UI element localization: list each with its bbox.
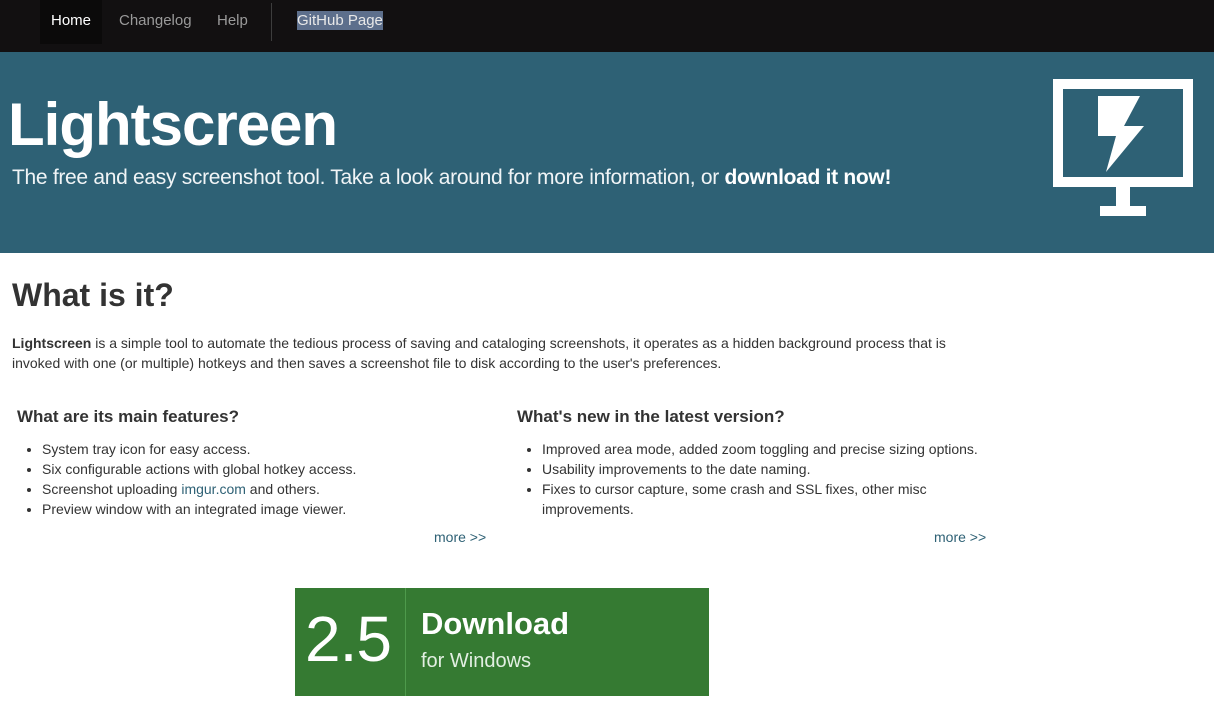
nav-help[interactable]: Help (217, 0, 248, 44)
intro-paragraph: Lightscreen is a simple tool to automate… (12, 333, 992, 373)
list-item-text: and others. (245, 481, 320, 497)
features-list: System tray icon for easy access. Six co… (17, 439, 487, 519)
whats-new-list: Improved area mode, added zoom toggling … (517, 439, 987, 519)
whats-new-heading: What's new in the latest version? (517, 407, 785, 426)
list-item: Screenshot uploading imgur.com and other… (42, 479, 487, 499)
intro-bold: Lightscreen (12, 335, 92, 351)
download-label: Download (421, 606, 570, 641)
imgur-link[interactable]: imgur.com (181, 481, 246, 497)
intro-text: is a simple tool to automate the tedious… (12, 335, 946, 371)
nav-divider (271, 3, 272, 41)
download-button[interactable]: 2.5 Download for Windows (295, 588, 709, 696)
download-divider (405, 588, 406, 696)
hero-tagline-text: The free and easy screenshot tool. Take … (12, 166, 725, 189)
download-version: 2.5 (305, 603, 392, 675)
nav-home[interactable]: Home (40, 0, 102, 44)
monitor-lightning-icon (1053, 79, 1193, 216)
hero-title: Lightscreen (8, 91, 338, 158)
nav-github-page[interactable]: GitHub Page (297, 0, 383, 44)
features-more-link[interactable]: more >> (434, 529, 486, 545)
list-item-text: Screenshot uploading (42, 481, 182, 497)
features-section: What are its main features? System tray … (17, 407, 487, 519)
download-platform: for Windows (421, 650, 532, 672)
nav-github-label: GitHub Page (297, 11, 383, 30)
whats-new-more-link[interactable]: more >> (934, 529, 986, 545)
features-more-label[interactable]: more >> (434, 529, 486, 545)
hero-download-link[interactable]: download it now! (724, 166, 891, 189)
features-heading: What are its main features? (17, 407, 240, 426)
list-item: Preview window with an integrated image … (42, 499, 487, 519)
list-item: Improved area mode, added zoom toggling … (542, 439, 987, 459)
list-item: Six configurable actions with global hot… (42, 459, 487, 479)
what-is-it-heading: What is it? (12, 277, 174, 313)
list-item: Fixes to cursor capture, some crash and … (542, 479, 987, 519)
top-navbar: Home Changelog Help GitHub Page (0, 0, 1214, 52)
whats-new-more-label[interactable]: more >> (934, 529, 986, 545)
list-item: Usability improvements to the date namin… (542, 459, 987, 479)
hero-banner: Lightscreen The free and easy screenshot… (0, 52, 1214, 253)
nav-changelog[interactable]: Changelog (119, 0, 192, 44)
whats-new-section: What's new in the latest version? Improv… (517, 407, 987, 519)
hero-tagline: The free and easy screenshot tool. Take … (12, 166, 891, 190)
list-item: System tray icon for easy access. (42, 439, 487, 459)
